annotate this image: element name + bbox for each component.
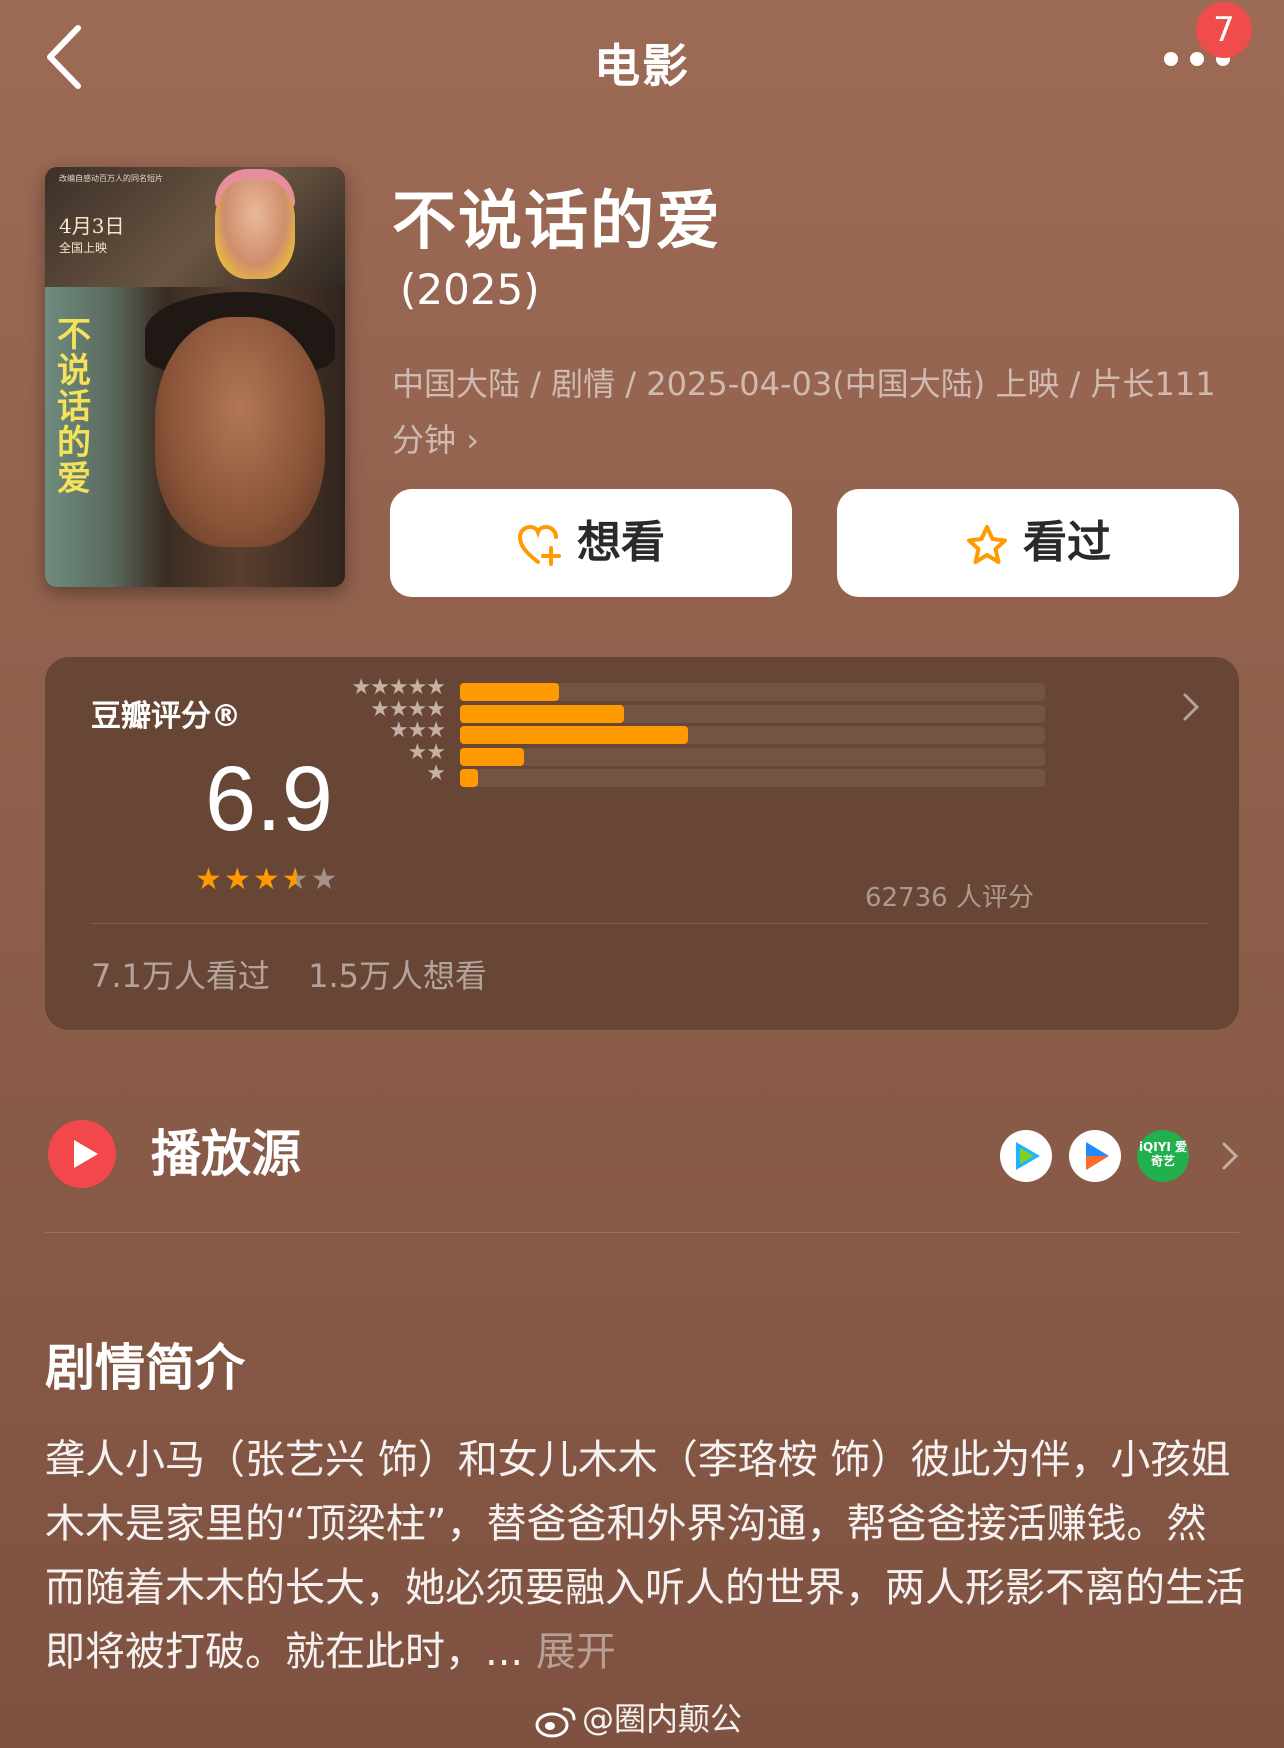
synopsis-title: 剧情简介: [45, 1339, 245, 1397]
distribution-track: [460, 704, 1045, 723]
play-source-label: 播放源: [151, 1125, 301, 1183]
synopsis-content: 聋人小马（张艺兴 饰）和女儿木木（李珞桉 饰）彼此为伴，小孩姐木木是家里的“顶梁…: [45, 1437, 1245, 1675]
divider: [45, 1232, 1239, 1233]
rating-stats: 7.1万人看过 1.5万人想看: [91, 951, 515, 997]
heart-plus-icon: [517, 524, 561, 566]
chevron-right-icon: ›: [466, 421, 479, 459]
tencent-video-icon[interactable]: [1000, 1130, 1052, 1182]
douban-rating-label: 豆瓣评分®: [91, 699, 241, 734]
rating-distribution-row: ★: [275, 761, 1045, 787]
divider: [91, 923, 1209, 924]
watched-count: 7.1万人看过: [91, 957, 270, 995]
page-title: 电影: [594, 39, 690, 93]
notification-badge: 7: [1196, 2, 1252, 58]
want-to-watch-button[interactable]: 想看: [390, 489, 792, 597]
movie-year: (2025): [400, 265, 540, 314]
youku-icon[interactable]: [1069, 1130, 1121, 1182]
poster-girl: [215, 179, 295, 279]
distribution-stars: ★: [426, 761, 446, 786]
synopsis-text: 聋人小马（张艺兴 饰）和女儿木木（李珞桉 饰）彼此为伴，小孩姐木木是家里的“顶梁…: [45, 1428, 1245, 1684]
want-to-watch-label: 想看: [577, 517, 665, 568]
expand-link[interactable]: 展开: [536, 1629, 616, 1675]
poster-actor-face: [155, 317, 325, 547]
play-icon: [48, 1120, 116, 1188]
poster-calligraphy-title: 不说话的爱: [57, 315, 91, 499]
movie-meta[interactable]: 中国大陆 / 剧情 / 2025-04-03(中国大陆) 上映 / 片长111分…: [392, 356, 1242, 468]
rating-count: 62736 人评分: [865, 883, 1034, 913]
star-full-icon: ★: [252, 862, 282, 897]
watched-button[interactable]: 看过: [837, 489, 1239, 597]
weibo-icon: [535, 1707, 576, 1738]
poster-date: 4月3日 全国上映: [59, 214, 125, 255]
chevron-right-icon[interactable]: [1220, 1140, 1240, 1172]
watched-label: 看过: [1023, 517, 1111, 568]
chevron-right-icon[interactable]: [1179, 691, 1203, 723]
rating-stars: ★★★★★: [195, 862, 340, 897]
play-source-row[interactable]: 播放源 iQIYI 爱奇艺: [45, 1120, 1239, 1220]
movie-meta-text: 中国大陆 / 剧情 / 2025-04-03(中国大陆) 上映 / 片长111分…: [392, 365, 1216, 459]
star-full-icon: ★: [223, 862, 253, 897]
rating-card[interactable]: 豆瓣评分® 6.9 ★★★★★ 62736 人评分 7.1万人看过 1.5万人想…: [45, 657, 1239, 1030]
star-empty-icon: ★: [310, 862, 340, 897]
distribution-bar: [460, 747, 525, 766]
watermark-text: @圈内颠公: [582, 1700, 743, 1738]
poster-tagline: 改编自感动百万人的同名短片: [59, 174, 163, 183]
star-half-icon: ★: [281, 862, 311, 897]
distribution-bar: [460, 726, 689, 744]
watermark: @圈内颠公: [534, 1694, 742, 1740]
distribution-track: [460, 769, 1045, 787]
nav-bar: 电影 7: [0, 0, 1284, 120]
distribution-track: [460, 747, 1045, 766]
distribution-bar: [460, 769, 478, 787]
star-full-icon: ★: [195, 862, 224, 897]
movie-poster[interactable]: 改编自感动百万人的同名短片 4月3日 全国上映 不说话的爱: [45, 167, 345, 587]
star-outline-icon: [967, 525, 1007, 564]
distribution-bar: [460, 683, 560, 701]
movie-title: 不说话的爱: [392, 185, 722, 259]
distribution-bar: [460, 704, 624, 723]
distribution-track: [460, 683, 1045, 701]
want-count: 1.5万人想看: [308, 957, 487, 995]
distribution-track: [460, 726, 1045, 744]
iqiyi-icon[interactable]: iQIYI 爱奇艺: [1137, 1130, 1189, 1182]
